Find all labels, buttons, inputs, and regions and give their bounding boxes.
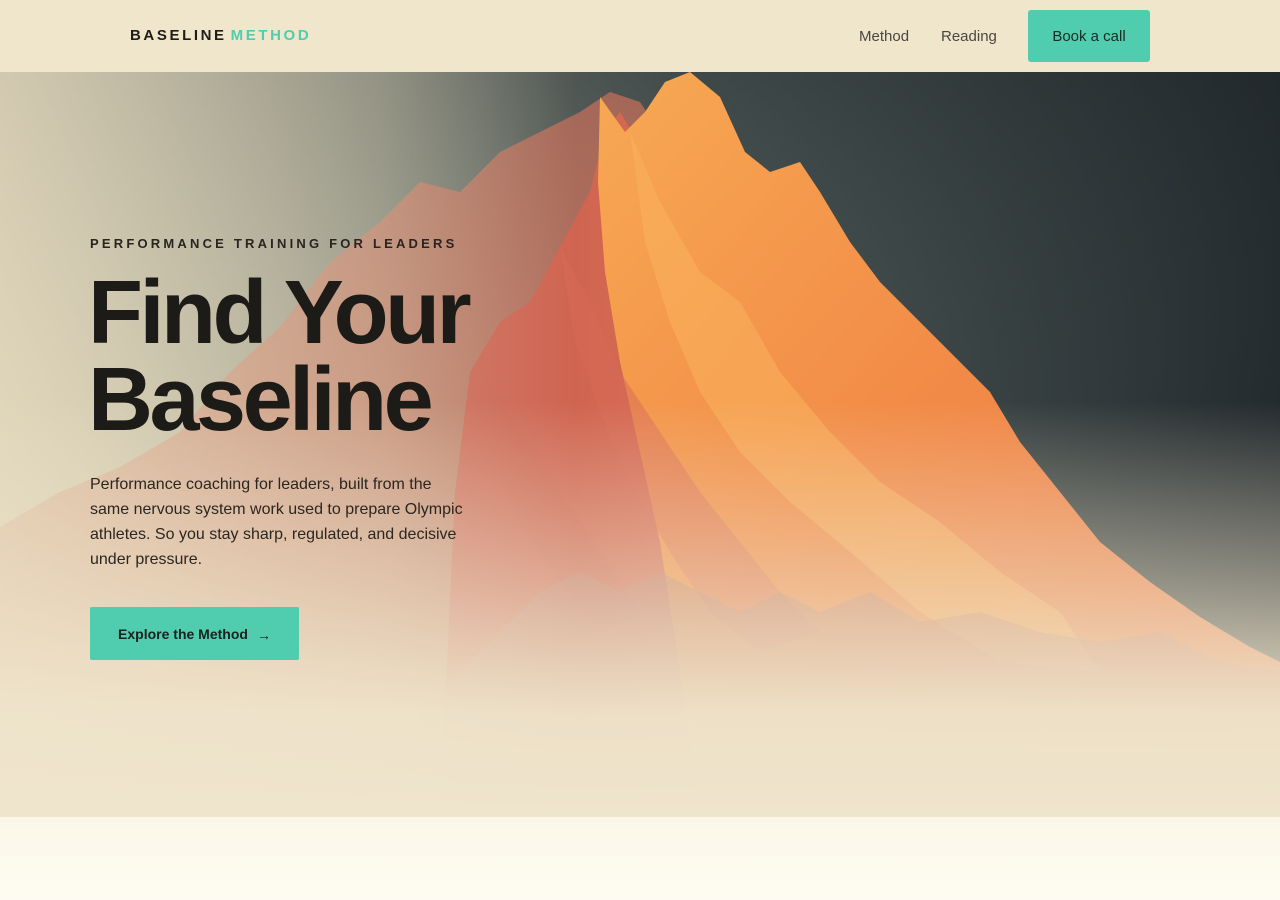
- hero-headline: Find Your Baseline: [88, 263, 608, 450]
- hero-headline-line-1: Find Your: [88, 263, 472, 363]
- explore-method-button[interactable]: Explore the Method →: [90, 607, 299, 660]
- logo-wordmark-accent: METHOD: [230, 27, 312, 44]
- logo-wordmark-primary: BASELINE: [130, 27, 227, 44]
- hero-eyebrow: PERFORMANCE TRAINING FOR LEADERS: [90, 236, 458, 251]
- next-section: [0, 817, 1280, 900]
- book-call-button[interactable]: Book a call: [1028, 10, 1150, 62]
- nav-link-reading[interactable]: Reading: [941, 28, 997, 45]
- nav-link-method[interactable]: Method: [859, 28, 909, 45]
- hero-description: Performance coaching for leaders, built …: [90, 476, 463, 568]
- site-header: BASELINE METHOD Method Reading Book a cal…: [0, 0, 1280, 72]
- explore-method-label: Explore the Method: [118, 625, 248, 642]
- hero-headline-line-2: Baseline: [88, 350, 434, 450]
- arrow-right-icon: →: [256, 626, 271, 643]
- hero-section: PERFORMANCE TRAINING FOR LEADERS Find Yo…: [0, 72, 1280, 817]
- brand-logo[interactable]: BASELINE METHOD: [130, 27, 311, 44]
